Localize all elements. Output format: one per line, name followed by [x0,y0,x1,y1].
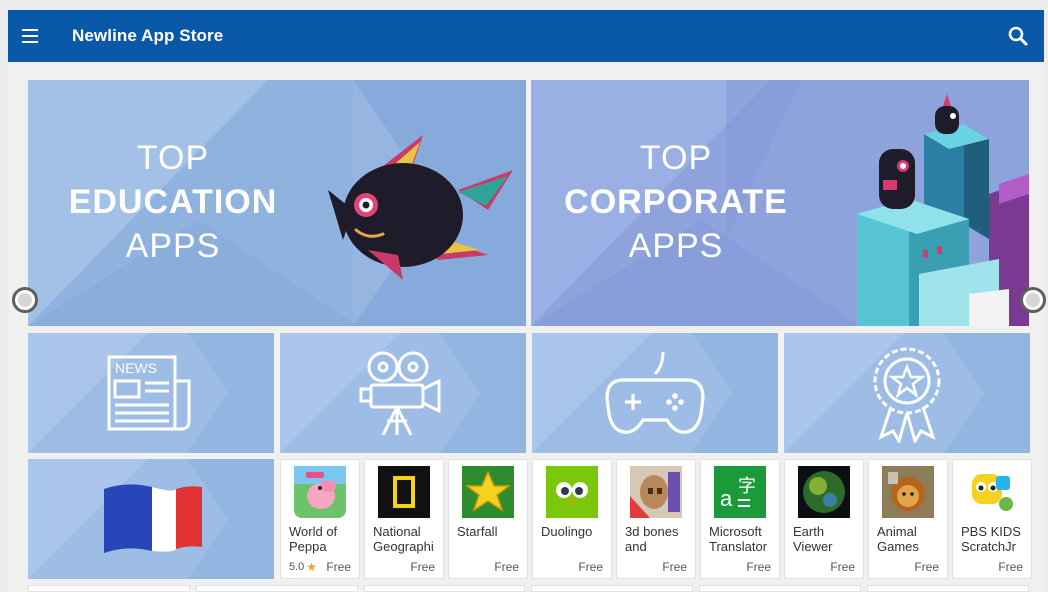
app-price: Free [494,560,519,574]
banner-line-apps: APPS [628,227,724,265]
app-name: Duolingo [541,524,593,539]
list-item[interactable] [363,585,526,592]
app-price: Free [662,560,687,574]
app-name: PBS KIDS ScratchJr [961,524,1021,554]
main-content: TOP EDUCATION APPS TOP CORPORATE APPS NE… [8,62,1046,592]
france-flag-icon [104,484,202,553]
search-icon[interactable] [1004,22,1032,50]
movie-camera-icon [359,351,441,436]
app-name: World of Peppa [289,524,338,554]
award-ribbon-icon [873,347,941,443]
list-item[interactable] [28,585,190,592]
banner-top-education-apps[interactable]: TOP EDUCATION APPS [28,80,526,326]
banner-top-corporate-apps[interactable]: TOP CORPORATE APPS [531,80,1029,326]
scratchjr-icon [966,466,1018,518]
app-card-national-geographic[interactable]: National Geographi Free [364,459,444,579]
star-icon: ★ [306,560,318,574]
app-name: Earth Viewer [793,524,833,554]
next-row-partial [28,585,1029,592]
list-item[interactable] [867,585,1029,592]
earth-globe-icon [798,466,850,518]
translator-icon: a 字 [714,466,766,518]
category-tile-featured[interactable] [784,333,1030,453]
app-name: Starfall [457,524,498,539]
category-tile-games[interactable] [532,333,778,453]
app-name: Animal Games [877,524,919,554]
app-price: Free [746,560,771,574]
banner-line-top: TOP [136,139,210,177]
peppa-pig-icon [294,466,346,518]
natgeo-icon [378,466,430,518]
banner-line-category: CORPORATE [564,183,788,221]
duolingo-owl-icon [546,466,598,518]
banner-line-apps: APPS [125,227,221,265]
flying-fish-icon [328,135,513,280]
app-rating: 5.0 ★ [289,560,317,574]
gamepad-icon [605,351,705,434]
app-card-earth-viewer[interactable]: Earth Viewer Free [784,459,864,579]
category-tile-news[interactable]: NEWS [28,333,274,453]
banner-line-category: EDUCATION [68,183,278,221]
app-price: Free [914,560,939,574]
banner-line-top: TOP [639,139,713,177]
banner-text: TOP EDUCATION APPS [28,136,318,268]
rating-value: 5.0 [289,561,305,573]
app-name: National Geographi [373,524,434,554]
app-card-duolingo[interactable]: Duolingo Free [532,459,612,579]
svg-text:a: a [720,486,733,511]
app-name: Microsoft Translator [709,524,768,554]
svg-text:字: 字 [738,476,756,497]
robot-tower-icon [857,94,1029,326]
app-name: 3d bones and [625,524,679,554]
carousel-next-button[interactable] [1020,287,1046,313]
app-store-window: Newline App Store TOP EDUCATION APPS TOP… [0,0,1048,592]
hamburger-menu-icon[interactable] [22,14,66,58]
list-item[interactable] [531,585,694,592]
starfall-star-icon [462,466,514,518]
app-title: Newline App Store [72,26,224,45]
top-app-bar: Newline App Store [8,10,1044,62]
app-price: Free [578,560,603,574]
list-item[interactable] [195,585,358,592]
banner-text: TOP CORPORATE APPS [531,136,821,268]
app-card-animal-games[interactable]: Animal Games Free [868,459,948,579]
news-label: NEWS [115,360,157,376]
app-price: Free [830,560,855,574]
newspaper-icon: NEWS [107,355,191,431]
app-price: Free [998,560,1023,574]
language-tile-france[interactable] [28,459,274,579]
app-price: Free [410,560,435,574]
carousel-previous-button[interactable] [12,287,38,313]
app-card-world-of-peppa[interactable]: World of Peppa 5.0 ★ Free [280,459,360,579]
app-card-pbs-kids-scratchjr[interactable]: PBS KIDS ScratchJr Free [952,459,1032,579]
app-card-starfall[interactable]: Starfall Free [448,459,528,579]
app-card-3d-bones[interactable]: 3d bones and Free [616,459,696,579]
category-tile-movies[interactable] [280,333,526,453]
lion-icon [882,466,934,518]
app-price: Free [326,560,351,574]
list-item[interactable] [699,585,862,592]
app-card-microsoft-translator[interactable]: a 字 Microsoft Translator Free [700,459,780,579]
anatomy-skull-icon [630,466,682,518]
